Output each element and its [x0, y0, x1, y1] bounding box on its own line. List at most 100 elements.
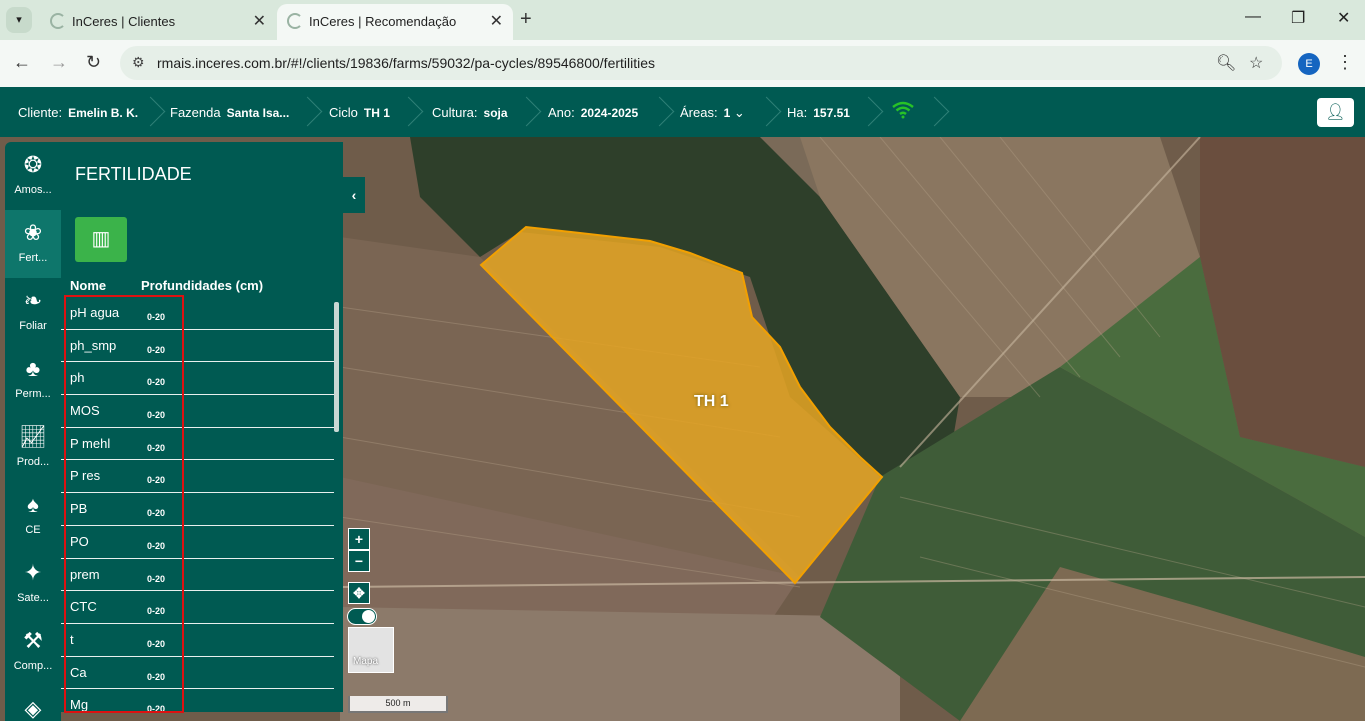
- browser-menu-icon[interactable]: ⋮: [1336, 52, 1354, 73]
- rail-item-ce[interactable]: ♠ CE: [5, 482, 61, 550]
- browser-tab-clientes[interactable]: InCeres | Clientes ✕: [40, 4, 276, 40]
- chevron-right-icon: [404, 95, 418, 129]
- close-icon[interactable]: ✕: [490, 11, 503, 31]
- browser-toolbar: ← → ↻ ⚙ rmais.inceres.com.br/#!/clients/…: [0, 40, 1365, 87]
- leaf-icon: ❧: [23, 288, 43, 313]
- trend-chart-icon: 📈︎: [19, 424, 47, 449]
- chevron-right-icon: [864, 95, 878, 129]
- chevron-right-icon: [303, 95, 317, 129]
- panel-scrollbar[interactable]: [334, 302, 339, 432]
- rail-label: Sate...: [17, 592, 49, 604]
- ha-value: 157.51: [813, 106, 850, 120]
- url-text[interactable]: rmais.inceres.com.br/#!/clients/19836/fa…: [157, 55, 655, 71]
- zoom-out-button[interactable]: −: [348, 550, 370, 572]
- rail-item-foliar[interactable]: ❧ Foliar: [5, 278, 61, 346]
- address-bar[interactable]: ⚙ rmais.inceres.com.br/#!/clients/19836/…: [120, 46, 1282, 80]
- restore-icon[interactable]: ❐: [1291, 8, 1305, 28]
- site-info-icon[interactable]: ⚙: [132, 54, 145, 71]
- ciclo-value: TH 1: [363, 106, 390, 120]
- map-scale-bar: 500 m: [348, 696, 448, 713]
- chevron-right-icon: [146, 95, 160, 129]
- pan-button[interactable]: ✥: [348, 582, 370, 604]
- minimize-icon[interactable]: —: [1245, 8, 1261, 26]
- panel-title: FERTILIDADE: [75, 164, 192, 184]
- close-icon[interactable]: ✕: [253, 11, 266, 31]
- chevron-right-icon: [522, 95, 536, 129]
- bookmark-star-icon[interactable]: ☆: [1249, 53, 1263, 73]
- rail-label: Prod...: [16, 456, 50, 468]
- ano-label: Ano:: [548, 105, 575, 120]
- rail-label: Fert...: [18, 252, 48, 264]
- rail-item-permanente[interactable]: ♣ Perm...: [5, 346, 61, 414]
- move-arrows-icon: ✥: [353, 585, 365, 601]
- base-layer-switcher[interactable]: Mapa: [348, 627, 394, 673]
- forward-icon[interactable]: →: [50, 52, 68, 73]
- tab-search-icon[interactable]: ▾: [6, 7, 32, 33]
- chevron-left-icon: ‹: [351, 187, 357, 203]
- base-layer-label: Mapa: [353, 656, 379, 667]
- rail-label: Amos...: [14, 184, 52, 196]
- header-ano[interactable]: Ano: 2024-2025: [548, 105, 638, 120]
- app-header: Cliente: Emelin B. K. Fazenda Santa Isa...…: [0, 87, 1365, 137]
- areas-value: 1: [723, 106, 731, 120]
- rail-item-amostragem[interactable]: ❂ Amos...: [5, 142, 61, 210]
- rail-item-layers[interactable]: ◈: [5, 686, 61, 721]
- crops-icon: ♣: [25, 356, 41, 381]
- header-cultura[interactable]: Cultura: soja: [432, 105, 508, 120]
- ha-label: Ha:: [787, 105, 808, 120]
- tab-title: InCeres | Clientes: [72, 14, 176, 29]
- rail-label: Perm...: [15, 388, 51, 400]
- ano-value: 2024-2025: [580, 106, 639, 120]
- back-icon[interactable]: ←: [13, 52, 31, 73]
- fazenda-value: Santa Isa...: [226, 106, 290, 120]
- rail-label: CE: [25, 524, 41, 536]
- areas-label: Áreas:: [680, 105, 718, 120]
- header-ciclo[interactable]: Ciclo TH 1: [329, 105, 390, 120]
- plant-icon: ♠: [27, 492, 39, 517]
- collapse-panel-button[interactable]: ‹: [343, 177, 365, 213]
- soil-sample-icon: ❂: [23, 152, 43, 177]
- cliente-value: Emelin B. K.: [68, 106, 139, 120]
- chevron-down-icon: ⌄: [733, 105, 745, 120]
- wifi-icon: [892, 101, 914, 124]
- fertility-icon: ❀: [23, 220, 43, 245]
- inceres-favicon-icon: [50, 13, 66, 29]
- chevron-right-icon: [930, 95, 944, 129]
- rail-item-fertilidade[interactable]: ❀ Fert...: [5, 210, 61, 278]
- zoom-in-button[interactable]: +: [348, 528, 370, 550]
- satellite-icon: ✦: [23, 560, 43, 585]
- soil-compaction-icon: ⚒: [23, 628, 43, 653]
- library-icon: ▥: [91, 228, 111, 250]
- cultura-label: Cultura:: [432, 105, 478, 120]
- chevron-right-icon: [762, 95, 776, 129]
- cliente-label: Cliente:: [18, 105, 63, 120]
- header-ha: Ha: 157.51: [787, 105, 850, 120]
- header-cliente[interactable]: Cliente: Emelin B. K.: [18, 105, 138, 120]
- map-layer-toggle[interactable]: [347, 608, 377, 625]
- zoom-icon[interactable]: 🔍︎: [1216, 53, 1236, 73]
- reload-icon[interactable]: ↻: [86, 52, 101, 73]
- rail-item-compactacao[interactable]: ⚒ Comp...: [5, 618, 61, 686]
- profile-avatar[interactable]: E: [1298, 53, 1320, 75]
- column-header-name: Nome: [70, 278, 107, 293]
- selection-highlight-box: [64, 295, 184, 713]
- rail-label: Comp...: [13, 660, 53, 672]
- chevron-right-icon: [655, 95, 669, 129]
- browser-tab-recomendacao[interactable]: InCeres | Recomendação ✕: [277, 4, 513, 40]
- rail-label: Foliar: [19, 320, 47, 332]
- user-icon: 👤︎: [1325, 104, 1346, 121]
- rail-item-produtividade[interactable]: 📈︎ Prod...: [5, 414, 61, 482]
- browser-tab-bar: ▾ InCeres | Clientes ✕ InCeres | Recomen…: [0, 0, 1365, 40]
- tab-title: InCeres | Recomendação: [309, 14, 457, 29]
- window-close-icon[interactable]: ✕: [1337, 8, 1350, 28]
- header-areas[interactable]: Áreas: 1 ⌄: [680, 105, 745, 121]
- user-account-button[interactable]: 👤︎: [1317, 98, 1354, 127]
- ciclo-label: Ciclo: [329, 105, 358, 120]
- module-rail: ❂ Amos... ❀ Fert... ❧ Foliar ♣ Perm... 📈…: [5, 142, 61, 721]
- header-fazenda[interactable]: Fazenda Santa Isa...: [170, 105, 289, 120]
- new-tab-icon[interactable]: +: [520, 8, 532, 31]
- rail-item-satelite[interactable]: ✦ Sate...: [5, 550, 61, 618]
- library-button[interactable]: ▥: [75, 217, 127, 262]
- layers-icon: ◈: [24, 696, 42, 721]
- area-label: TH 1: [694, 393, 729, 410]
